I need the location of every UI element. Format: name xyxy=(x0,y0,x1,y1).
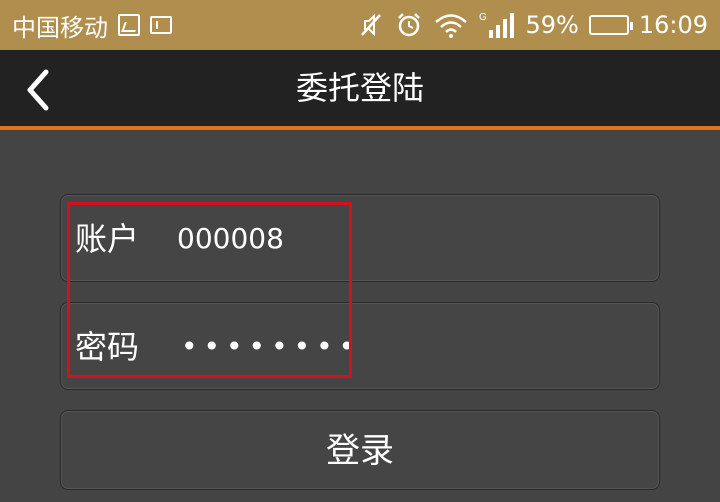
wifi-icon xyxy=(435,14,468,38)
sim-icon xyxy=(150,16,172,34)
signal-icon: G xyxy=(479,12,515,38)
page-title: 委托登陆 xyxy=(295,69,424,107)
status-bar-left: 中国移动 xyxy=(12,8,172,43)
password-label: 密码 xyxy=(75,328,140,366)
status-bar-right: G 59% 16:09 xyxy=(357,11,708,39)
image-icon xyxy=(118,14,140,36)
password-field[interactable]: 密码 •••••••• xyxy=(60,302,660,390)
status-bar: 中国移动 G 59% 16:09 xyxy=(0,0,720,50)
password-input[interactable]: •••••••• xyxy=(181,303,361,391)
battery-percent: 59% xyxy=(525,11,579,39)
mute-icon xyxy=(361,13,382,37)
app-header: 委托登陆 xyxy=(0,50,720,130)
account-input[interactable]: 000008 xyxy=(177,195,284,283)
battery-icon xyxy=(588,15,633,35)
account-label: 账户 xyxy=(75,220,140,258)
login-button[interactable]: 登录 xyxy=(60,410,660,490)
clock: 16:09 xyxy=(638,11,708,39)
alarm-icon xyxy=(398,13,421,37)
account-field[interactable]: 账户 000008 xyxy=(60,194,660,282)
carrier-name: 中国移动 xyxy=(12,13,108,42)
network-type-label: G xyxy=(479,12,487,23)
